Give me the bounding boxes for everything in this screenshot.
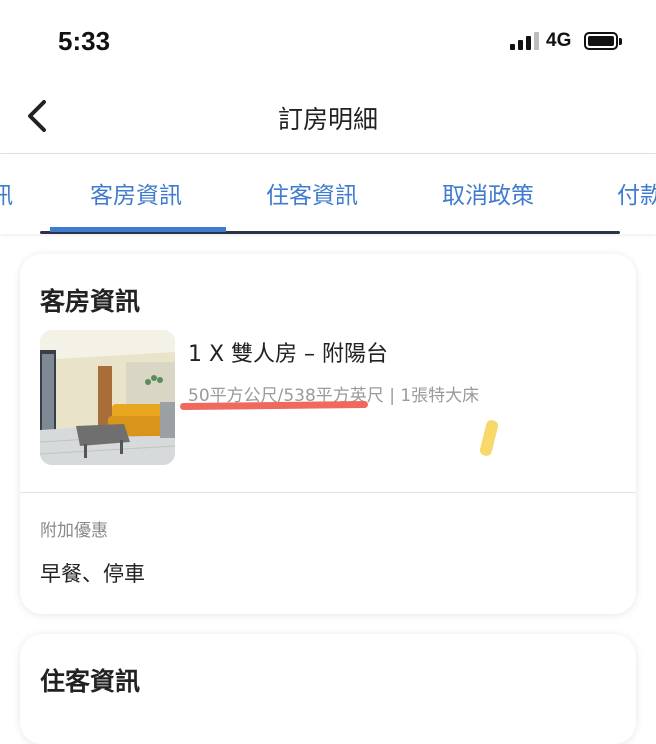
room-photo-image	[40, 330, 175, 465]
extra-benefits-value: 早餐、停車	[40, 562, 145, 586]
room-name: 1 X 雙人房 – 附陽台	[188, 342, 389, 367]
status-time: 5:33	[58, 26, 111, 56]
guest-info-card: 住客資訊	[20, 634, 636, 744]
tab-guest-info[interactable]: 住客資訊	[266, 176, 358, 210]
page-title: 訂房明細	[277, 105, 378, 134]
signal-icon	[510, 30, 540, 50]
red-highlight-mark	[179, 401, 369, 410]
status-bar: 5:33 4G	[0, 0, 656, 80]
room-info-card: 客房資訊 1 X 雙人房 – 附陽台 50平方公尺/538平方英尺 | 1張特大…	[20, 254, 636, 614]
battery-icon	[584, 32, 622, 50]
tab-payment-info-partial[interactable]: 訊	[0, 176, 13, 210]
network-type: 4G	[546, 30, 572, 51]
nav-header: 訂房明細	[0, 80, 656, 154]
tab-cancellation-policy[interactable]: 取消政策	[442, 176, 534, 210]
room-photo[interactable]	[40, 330, 175, 465]
divider	[20, 492, 636, 493]
tab-bar: 訊 客房資訊 住客資訊 取消政策 付款	[0, 154, 656, 234]
yellow-highlight-mark	[478, 419, 500, 457]
tab-room-info[interactable]: 客房資訊	[90, 176, 182, 210]
guest-info-title: 住客資訊	[40, 667, 141, 696]
extra-benefits-label: 附加優惠	[40, 521, 108, 541]
room-info-title: 客房資訊	[40, 287, 141, 316]
active-tab-indicator	[50, 227, 226, 232]
tab-payment[interactable]: 付款	[617, 176, 656, 210]
